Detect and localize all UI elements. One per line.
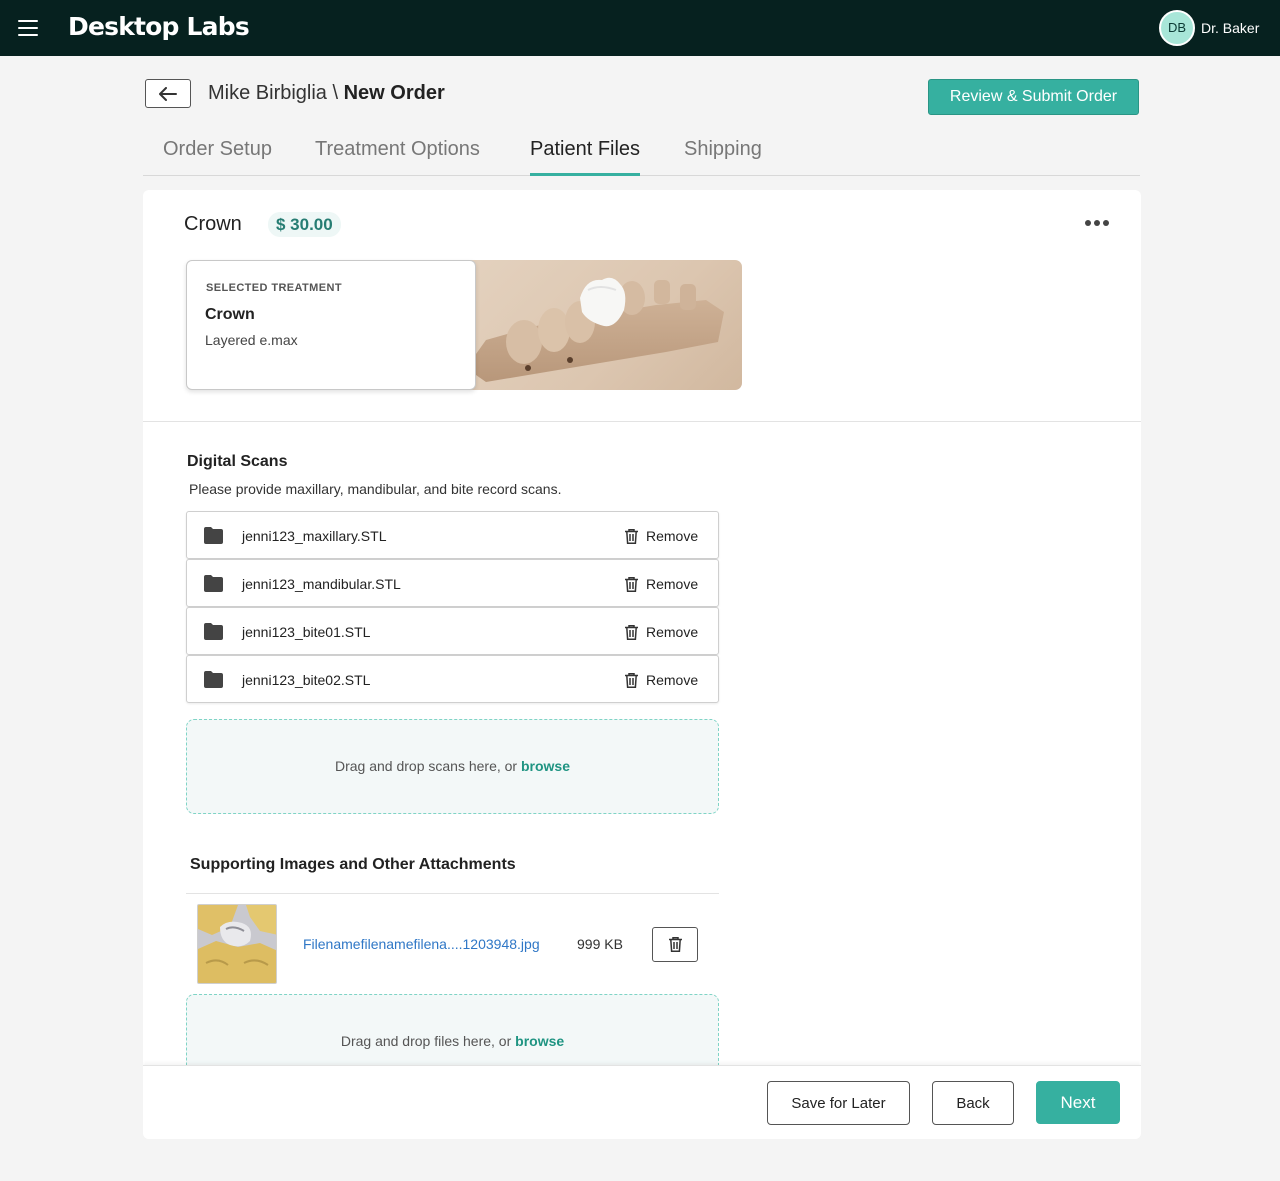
attachments-title: Supporting Images and Other Attachments <box>190 856 516 873</box>
remove-label: Remove <box>646 624 699 640</box>
dropzone-text: Drag and drop files here, or <box>340 1033 512 1049</box>
breadcrumb: Mike Birbiglia \ New Order <box>208 82 445 105</box>
attachment-file-link[interactable]: Filenamefilenamefilena....1203948.jpg <box>303 936 540 952</box>
folder-icon <box>204 671 223 688</box>
folder-icon <box>204 527 223 544</box>
avatar[interactable]: DB <box>1159 10 1195 46</box>
trash-icon <box>625 672 638 688</box>
tab-shipping[interactable]: Shipping <box>684 138 762 176</box>
folder-icon <box>204 575 223 592</box>
remove-file-button[interactable]: Remove <box>625 621 698 643</box>
treatment-label: SELECTED TREATMENT <box>206 282 342 294</box>
hamburger-icon[interactable] <box>18 20 38 36</box>
next-button[interactable]: Next <box>1036 1081 1120 1124</box>
scan-file-row: jenni123_bite02.STL Remove <box>186 655 719 703</box>
digital-scans-title: Digital Scans <box>187 453 288 470</box>
back-button[interactable]: Back <box>932 1081 1014 1125</box>
tab-patient-files[interactable]: Patient Files <box>530 138 641 176</box>
scan-file-name: jenni123_bite01.STL <box>242 624 371 640</box>
app-logo[interactable]: Desktop Labs <box>68 12 250 41</box>
remove-file-button[interactable]: Remove <box>625 573 698 595</box>
trash-icon <box>625 576 638 592</box>
top-nav-bar: Desktop Labs DB Dr. Baker <box>0 0 1280 56</box>
treatment-card[interactable]: SELECTED TREATMENT Crown Layered e.max <box>186 260 476 390</box>
user-name[interactable]: Dr. Baker <box>1201 20 1259 36</box>
folder-icon <box>204 623 223 640</box>
price-badge: $ 30.00 <box>268 212 341 237</box>
remove-file-button[interactable]: Remove <box>625 669 698 691</box>
scan-file-name: jenni123_maxillary.STL <box>242 528 387 544</box>
page-title: New Order <box>343 82 445 104</box>
scan-file-row: jenni123_bite01.STL Remove <box>186 607 719 655</box>
action-footer: Save for Later Back Next <box>143 1065 1141 1139</box>
delete-attachment-button[interactable] <box>652 927 698 962</box>
remove-file-button[interactable]: Remove <box>625 525 698 547</box>
remove-label: Remove <box>646 672 699 688</box>
dental-model-image <box>456 260 742 390</box>
remove-label: Remove <box>646 576 699 592</box>
scan-file-row: jenni123_mandibular.STL Remove <box>186 559 719 607</box>
browse-scans-link[interactable]: browse <box>521 758 570 774</box>
treatment-name: Crown <box>205 306 255 323</box>
dropzone-text: Drag and drop scans here, or <box>334 758 518 774</box>
attachment-file-size: 999 KB <box>577 936 623 952</box>
more-horizontal-icon[interactable] <box>1085 220 1109 226</box>
order-item-card: Crown $ 30.00 SELECTED TREATMENT Crown L… <box>143 190 1141 1139</box>
remove-label: Remove <box>646 528 699 544</box>
scan-file-name: jenni123_mandibular.STL <box>242 576 401 592</box>
treatment-material: Layered e.max <box>205 332 298 348</box>
product-name: Crown <box>184 213 242 235</box>
review-submit-button[interactable]: Review & Submit Order <box>928 79 1139 115</box>
scan-file-name: jenni123_bite02.STL <box>242 672 371 688</box>
trash-icon <box>668 937 682 952</box>
scan-file-row: jenni123_maxillary.STL Remove <box>186 511 719 559</box>
save-for-later-button[interactable]: Save for Later <box>767 1081 910 1125</box>
trash-icon <box>625 624 638 640</box>
scans-dropzone[interactable]: Drag and drop scans here, or browse <box>186 719 719 814</box>
order-tabs: Order Setup Treatment Options Patient Fi… <box>143 130 1140 176</box>
tab-order-setup[interactable]: Order Setup <box>163 138 272 176</box>
trash-icon <box>625 528 638 544</box>
selected-treatment: SELECTED TREATMENT Crown Layered e.max <box>186 260 742 390</box>
attachment-thumbnail[interactable] <box>197 904 277 984</box>
breadcrumb-patient[interactable]: Mike Birbiglia \ <box>208 82 338 104</box>
divider <box>186 893 719 894</box>
divider <box>143 421 1141 422</box>
tab-treatment-options[interactable]: Treatment Options <box>315 138 480 176</box>
browse-files-link[interactable]: browse <box>515 1033 564 1049</box>
back-arrow-button[interactable] <box>145 79 191 108</box>
arrow-left-icon <box>159 86 177 101</box>
digital-scans-description: Please provide maxillary, mandibular, an… <box>189 481 562 497</box>
